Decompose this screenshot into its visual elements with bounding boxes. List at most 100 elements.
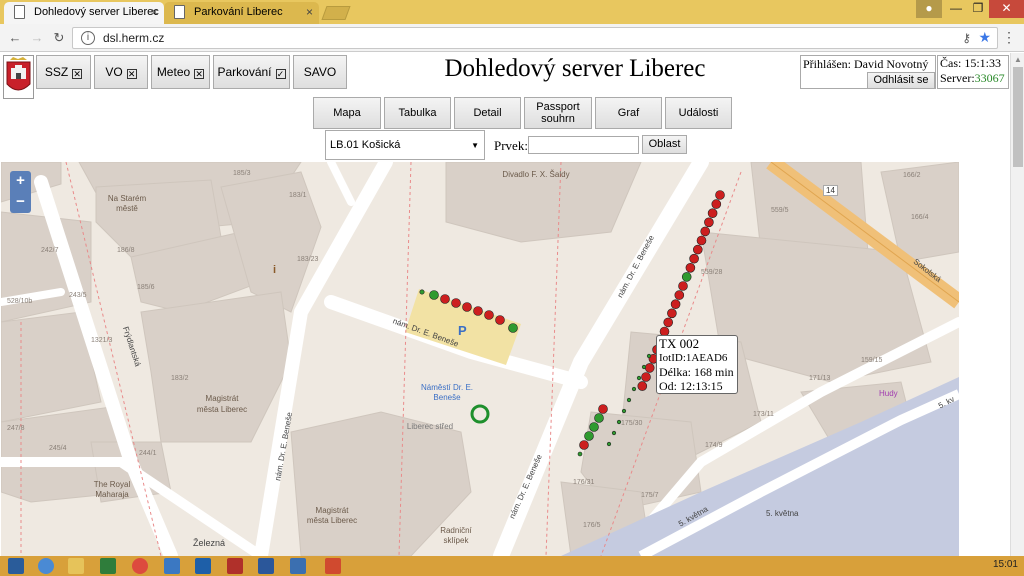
parking-sensor-dot[interactable]	[440, 294, 450, 304]
browser-tab-parkovani[interactable]: Parkování Liberec ×	[164, 2, 319, 24]
logout-button[interactable]: Odhlásit se	[867, 72, 935, 89]
parking-sensor-dot[interactable]	[641, 364, 647, 370]
view-detail-button[interactable]: Detail	[454, 97, 521, 129]
forward-arrow-icon[interactable]: →	[28, 29, 46, 47]
parking-sensor-dot[interactable]	[700, 226, 711, 237]
ssz-toggle-button[interactable]: SSZ ✕	[36, 55, 91, 89]
parking-sensor-dot[interactable]	[429, 290, 439, 300]
parking-sensor-dot[interactable]	[484, 310, 494, 320]
outlook-2-icon[interactable]	[290, 558, 306, 574]
parking-sensor-dot[interactable]	[611, 430, 617, 436]
zoom-in-button[interactable]: +	[10, 171, 31, 192]
parking-sensor-dot[interactable]	[704, 217, 714, 228]
oblast-button[interactable]: Oblast	[642, 135, 687, 154]
excel-icon[interactable]	[100, 558, 116, 574]
parkovani-checkbox[interactable]: ✓	[275, 69, 286, 79]
parking-sensor-dot[interactable]	[711, 199, 722, 209]
parking-sensor-dot[interactable]	[473, 306, 483, 316]
savo-button[interactable]: SAVO	[293, 55, 347, 89]
parking-sensor-dot[interactable]	[495, 315, 505, 325]
parking-sensor-dot[interactable]	[663, 317, 674, 328]
start-icon[interactable]	[8, 558, 24, 574]
time-label: Čas:	[940, 56, 962, 70]
view-graf-button[interactable]: Graf	[595, 97, 662, 129]
user-box: Přihlášen: David Novotný Odhlásit se	[800, 55, 936, 89]
vo-checkbox[interactable]: ✕	[126, 69, 137, 79]
info-icon[interactable]: i	[81, 31, 95, 45]
vo-toggle-button[interactable]: VO ✕	[94, 55, 148, 89]
meteo-checkbox[interactable]: ✕	[194, 69, 205, 79]
parking-sensor-dot[interactable]	[678, 281, 688, 291]
parking-sensor-dot[interactable]	[606, 441, 612, 447]
parking-sensor-dot[interactable]	[631, 386, 637, 392]
tab-close-icon[interactable]: ×	[306, 2, 313, 22]
parking-sensor-dot[interactable]	[681, 272, 692, 282]
powerpoint-icon[interactable]	[325, 558, 341, 574]
parking-sensor-dot[interactable]	[646, 353, 652, 359]
parking-sensor-dot[interactable]	[594, 413, 604, 423]
parking-sensor-dot[interactable]	[715, 190, 725, 200]
house-number: 559/5	[771, 207, 789, 214]
url-field[interactable]: i dsl.herm.cz ⚷ ★	[72, 27, 998, 49]
bookmark-star-icon[interactable]: ★	[978, 29, 991, 46]
parking-sensor-dot[interactable]	[685, 263, 696, 273]
url-text[interactable]: dsl.herm.cz	[103, 31, 164, 45]
parking-sensor-dot[interactable]	[674, 290, 685, 300]
user-profile-icon[interactable]: ●	[916, 0, 942, 18]
view-tabulka-button[interactable]: Tabulka	[384, 97, 451, 129]
parking-sensor-dot[interactable]	[589, 422, 599, 432]
parking-sensor-dot[interactable]	[598, 404, 608, 414]
parking-sensor-dot[interactable]	[667, 308, 677, 319]
parking-sensor-dot[interactable]	[636, 375, 642, 381]
parking-sensor-dot[interactable]	[644, 363, 655, 373]
taskbar-clock[interactable]: 15:01	[993, 559, 1018, 570]
parking-sensor-dot[interactable]	[621, 408, 627, 414]
page-scrollbar[interactable]: ▲	[1010, 53, 1024, 556]
parking-sensor-dot[interactable]	[707, 208, 718, 219]
browser-tab-dohledovy[interactable]: Dohledový server Liberec ×	[4, 2, 164, 24]
ssz-label: SSZ	[44, 65, 69, 79]
tab-close-icon[interactable]: ×	[151, 2, 158, 22]
view-passport-button[interactable]: Passport souhrn	[524, 97, 592, 129]
parking-sensor-dot[interactable]	[641, 372, 651, 382]
parking-sensor-dot[interactable]	[626, 397, 632, 403]
key-icon[interactable]: ⚷	[962, 31, 971, 45]
parking-sensor-dot[interactable]	[689, 253, 699, 264]
parking-sensor-dot[interactable]	[462, 302, 472, 312]
scroll-up-arrow-icon[interactable]: ▲	[1014, 55, 1022, 64]
ie-icon[interactable]	[38, 558, 54, 574]
reload-icon[interactable]: ↻	[50, 29, 68, 47]
parking-sensor-dot[interactable]	[692, 244, 703, 255]
location-select[interactable]: LB.01 Košická ▼	[325, 130, 485, 160]
prvek-input[interactable]	[528, 136, 639, 154]
zoom-out-button[interactable]: −	[10, 192, 31, 213]
new-tab-button[interactable]	[321, 6, 351, 20]
ssz-checkbox[interactable]: ✕	[72, 69, 83, 79]
pdf-icon[interactable]	[227, 558, 243, 574]
view-mapa-button[interactable]: Mapa	[313, 97, 381, 129]
outlook-icon[interactable]	[195, 558, 211, 574]
view-udalosti-button[interactable]: Události	[665, 97, 732, 129]
parking-sensor-dot[interactable]	[419, 289, 425, 295]
parking-map[interactable]: + − Divadlo F. X. Šaldy Na Starém městě …	[1, 162, 959, 556]
parkovani-toggle-button[interactable]: Parkování ✓	[213, 55, 290, 89]
browser-menu-icon[interactable]: ⋮	[1002, 29, 1016, 46]
parking-sensor-dot[interactable]	[508, 323, 518, 333]
parking-sensor-dot[interactable]	[670, 299, 681, 309]
maximize-button[interactable]: ❐	[965, 0, 991, 18]
window-close-button[interactable]: ✕	[989, 0, 1024, 18]
word-icon[interactable]	[258, 558, 274, 574]
parking-sensor-dot[interactable]	[579, 440, 589, 450]
back-arrow-icon[interactable]: ←	[6, 29, 24, 47]
parking-sensor-dot[interactable]	[584, 431, 594, 441]
chrome-icon[interactable]	[132, 558, 148, 574]
parking-sensor-dot[interactable]	[637, 381, 648, 391]
scrollbar-thumb[interactable]	[1013, 67, 1023, 167]
meteo-toggle-button[interactable]: Meteo ✕	[151, 55, 210, 89]
parking-sensor-dot[interactable]	[577, 451, 583, 457]
address-bar: ← → ↻ i dsl.herm.cz ⚷ ★ ⋮	[0, 24, 1024, 52]
explorer-icon[interactable]	[68, 558, 84, 574]
app-icon[interactable]	[164, 558, 180, 574]
parking-sensor-dot[interactable]	[451, 298, 461, 308]
parking-sensor-dot[interactable]	[696, 235, 707, 246]
